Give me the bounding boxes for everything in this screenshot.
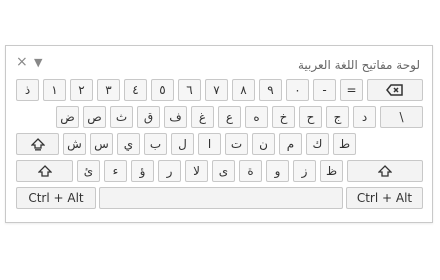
key[interactable]: ج [326, 106, 349, 128]
key[interactable]: ٧ [205, 79, 228, 101]
key[interactable]: ي [117, 133, 140, 155]
key[interactable]: ل [171, 133, 194, 155]
close-icon[interactable]: × [16, 54, 28, 70]
key[interactable]: م [279, 133, 302, 155]
key[interactable]: ش [63, 133, 86, 155]
key[interactable]: ة [239, 160, 262, 182]
key[interactable]: ن [252, 133, 275, 155]
key[interactable]: ك [306, 133, 329, 155]
key-backslash[interactable]: \ [380, 106, 423, 128]
key[interactable]: ز [293, 160, 316, 182]
key[interactable]: ٨ [232, 79, 255, 101]
key[interactable]: و [266, 160, 289, 182]
key[interactable]: د [353, 106, 376, 128]
key[interactable]: خ [272, 106, 295, 128]
caps-lock-key[interactable] [16, 133, 59, 155]
key[interactable]: ه [245, 106, 268, 128]
key[interactable]: ٩ [259, 79, 282, 101]
key[interactable]: ق [137, 106, 160, 128]
key[interactable]: ع [218, 106, 241, 128]
key[interactable]: ب [144, 133, 167, 155]
backspace-key[interactable] [367, 79, 423, 101]
key[interactable]: ر [158, 160, 181, 182]
key[interactable]: ٤ [124, 79, 147, 101]
key[interactable]: - [313, 79, 336, 101]
key[interactable]: ٢ [70, 79, 93, 101]
key[interactable]: ت [225, 133, 248, 155]
virtual-keyboard: × ▼ لوحة مفاتيح اللغة العربية ذ ١ ٢ ٣ ٤ … [5, 45, 433, 223]
key[interactable]: ح [299, 106, 322, 128]
shift-icon [37, 165, 52, 177]
key[interactable]: ص [83, 106, 106, 128]
key[interactable]: ئ [77, 160, 100, 182]
caps-lock-icon [30, 137, 45, 151]
keyboard-title: لوحة مفاتيح اللغة العربية [298, 58, 420, 72]
key[interactable]: ث [110, 106, 133, 128]
backspace-icon [386, 84, 404, 96]
space-key[interactable] [99, 187, 343, 209]
key[interactable]: ف [164, 106, 187, 128]
key[interactable]: ٣ [97, 79, 120, 101]
right-shift-key[interactable] [347, 160, 423, 182]
ctrl-alt-left-key[interactable]: Ctrl + Alt [16, 187, 96, 209]
key[interactable]: ٦ [178, 79, 201, 101]
key[interactable]: ٠ [286, 79, 309, 101]
key[interactable]: ظ [320, 160, 343, 182]
menu-dropdown-icon[interactable]: ▼ [34, 56, 42, 69]
key[interactable]: = [340, 79, 363, 101]
key[interactable]: ١ [43, 79, 66, 101]
key[interactable]: س [90, 133, 113, 155]
key[interactable]: ء [104, 160, 127, 182]
left-shift-key[interactable] [16, 160, 73, 182]
key[interactable]: ى [212, 160, 235, 182]
key[interactable]: لا [185, 160, 208, 182]
key[interactable]: ؤ [131, 160, 154, 182]
key[interactable]: ذ [16, 79, 39, 101]
key[interactable]: ٥ [151, 79, 174, 101]
ctrl-alt-right-key[interactable]: Ctrl + Alt [346, 187, 423, 209]
shift-icon [378, 165, 392, 177]
key[interactable]: ا [198, 133, 221, 155]
key[interactable]: ط [333, 133, 356, 155]
key[interactable]: ض [56, 106, 79, 128]
key[interactable]: غ [191, 106, 214, 128]
